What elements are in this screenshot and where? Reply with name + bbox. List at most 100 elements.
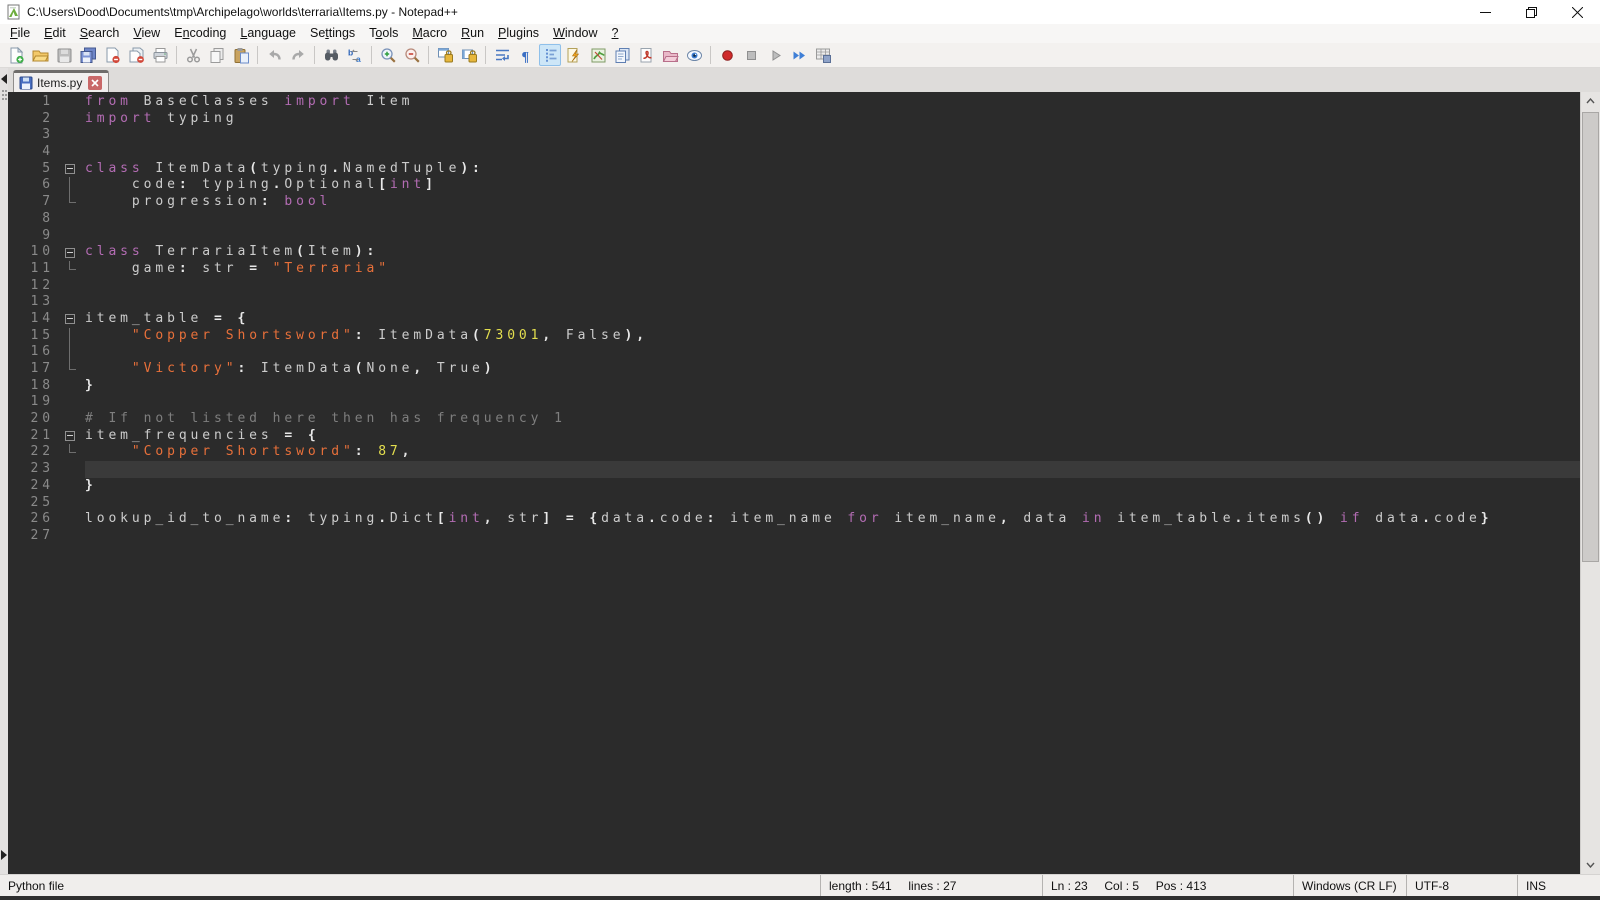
line-number: 9 — [8, 228, 58, 245]
code-text: class TerrariaItem(Item): — [85, 244, 1580, 261]
fold-collapse-icon[interactable] — [65, 314, 75, 324]
line-number: 24 — [8, 478, 58, 495]
sync-horizontal-scroll-button[interactable] — [458, 44, 480, 66]
code-line[interactable]: 7 progression: bool — [8, 194, 1580, 211]
code-line[interactable]: 25 — [8, 495, 1580, 512]
fold-collapse-icon[interactable] — [65, 431, 75, 441]
menu-item-settings[interactable]: Settings — [303, 25, 362, 42]
menu-item-language[interactable]: Language — [233, 25, 303, 42]
code-line[interactable]: 19 — [8, 394, 1580, 411]
find-button[interactable] — [320, 44, 342, 66]
word-wrap-button[interactable] — [491, 44, 513, 66]
code-line[interactable]: 14item_table = { — [8, 311, 1580, 328]
close-button[interactable] — [1554, 0, 1600, 24]
macro-run-multiple-button[interactable] — [788, 44, 810, 66]
menu-item-view[interactable]: View — [126, 25, 167, 42]
tab-items-py[interactable]: Items.py — [13, 70, 109, 92]
redo-button[interactable] — [287, 44, 309, 66]
line-number: 14 — [8, 311, 58, 328]
menu-item-encoding[interactable]: Encoding — [167, 25, 233, 42]
paste-button[interactable] — [230, 44, 252, 66]
function-list-button[interactable] — [563, 44, 585, 66]
code-line[interactable]: 8 — [8, 211, 1580, 228]
new-file-button[interactable] — [5, 44, 27, 66]
macro-play-button[interactable] — [764, 44, 786, 66]
menu-item-search[interactable]: Search — [73, 25, 127, 42]
macro-record-button[interactable] — [716, 44, 738, 66]
code-line[interactable]: 24} — [8, 478, 1580, 495]
menu-item-macro[interactable]: Macro — [405, 25, 454, 42]
code-line[interactable]: 6 code: typing.Optional[int] — [8, 177, 1580, 194]
code-line[interactable]: 15 "Copper Shortsword": ItemData(73001, … — [8, 328, 1580, 345]
tab-scroll-left-icon[interactable] — [1, 74, 7, 84]
code-line[interactable]: 11 game: str = "Terraria" — [8, 261, 1580, 278]
edit-script-button[interactable] — [635, 44, 657, 66]
code-line[interactable]: 13 — [8, 294, 1580, 311]
copy-button[interactable] — [206, 44, 228, 66]
menu-item-run[interactable]: Run — [454, 25, 491, 42]
vertical-scrollbar[interactable] — [1580, 92, 1600, 874]
code-line[interactable]: 16 — [8, 344, 1580, 361]
restore-icon — [1526, 7, 1537, 18]
save-file-button[interactable] — [53, 44, 75, 66]
tab-close-button[interactable] — [88, 76, 102, 90]
restore-button[interactable] — [1508, 0, 1554, 24]
close-file-button[interactable] — [101, 44, 123, 66]
code-line[interactable]: 3 — [8, 127, 1580, 144]
monitoring-button[interactable] — [683, 44, 705, 66]
code-line[interactable]: 10 class TerrariaItem(Item): — [8, 244, 1580, 261]
print-button[interactable] — [149, 44, 171, 66]
undo-button[interactable] — [263, 44, 285, 66]
fold-collapse-icon[interactable] — [65, 164, 75, 174]
code-line[interactable]: 12 — [8, 278, 1580, 295]
code-line[interactable]: 21item_frequencies = { — [8, 428, 1580, 445]
code-line[interactable]: 9 — [8, 228, 1580, 245]
indent-guide-button[interactable] — [539, 44, 561, 66]
code-line[interactable]: 2import typing — [8, 111, 1580, 128]
scroll-down-button[interactable] — [1581, 856, 1600, 874]
menu-item-window[interactable]: Window — [546, 25, 604, 42]
code-line[interactable]: 23 — [8, 461, 1580, 478]
cut-button[interactable] — [182, 44, 204, 66]
code-line[interactable]: 1from BaseClasses import Item — [8, 94, 1580, 111]
code-line[interactable]: 17 "Victory": ItemData(None, True) — [8, 361, 1580, 378]
document-switcher-button[interactable] — [611, 44, 633, 66]
scrollbar-thumb[interactable] — [1582, 112, 1599, 562]
code-editor[interactable]: 1from BaseClasses import Item2import typ… — [8, 92, 1580, 874]
minimize-button[interactable] — [1462, 0, 1508, 24]
macro-save-button[interactable] — [812, 44, 834, 66]
macro-stop-button[interactable] — [740, 44, 762, 66]
line-number: 10 — [8, 244, 58, 261]
line-number: 26 — [8, 511, 58, 528]
status-encoding[interactable]: UTF-8 — [1406, 875, 1517, 896]
show-all-characters-button[interactable]: ¶ — [515, 44, 537, 66]
save-all-button[interactable] — [77, 44, 99, 66]
folder-as-workspace-button[interactable] — [659, 44, 681, 66]
scroll-up-button[interactable] — [1581, 92, 1600, 110]
replace-button[interactable]: ba — [344, 44, 366, 66]
code-line[interactable]: 26lookup_id_to_name: typing.Dict[int, st… — [8, 511, 1580, 528]
line-number: 25 — [8, 495, 58, 512]
status-bar: Python file length : 541 lines : 27 Ln :… — [0, 874, 1600, 896]
edge-arrow-bottom-icon[interactable] — [1, 850, 7, 860]
document-map-button[interactable] — [587, 44, 609, 66]
status-insert-mode[interactable]: INS — [1517, 875, 1600, 896]
fold-collapse-icon[interactable] — [65, 248, 75, 258]
menu-item-edit[interactable]: Edit — [37, 25, 73, 42]
zoom-out-button[interactable] — [401, 44, 423, 66]
menu-item-help[interactable]: ? — [605, 25, 626, 42]
menu-item-plugins[interactable]: Plugins — [491, 25, 546, 42]
code-line[interactable]: 22 "Copper Shortsword": 87, — [8, 444, 1580, 461]
code-line[interactable]: 20# If not listed here then has frequenc… — [8, 411, 1580, 428]
menu-item-tools[interactable]: Tools — [362, 25, 405, 42]
code-line[interactable]: 4 — [8, 144, 1580, 161]
menu-item-file[interactable]: File — [3, 25, 37, 42]
zoom-in-button[interactable] — [377, 44, 399, 66]
code-line[interactable]: 5class ItemData(typing.NamedTuple): — [8, 161, 1580, 178]
sync-vertical-scroll-button[interactable] — [434, 44, 456, 66]
open-file-button[interactable] — [29, 44, 51, 66]
status-eol-format[interactable]: Windows (CR LF) — [1293, 875, 1406, 896]
close-all-button[interactable] — [125, 44, 147, 66]
code-line[interactable]: 18} — [8, 378, 1580, 395]
code-line[interactable]: 27 — [8, 528, 1580, 545]
